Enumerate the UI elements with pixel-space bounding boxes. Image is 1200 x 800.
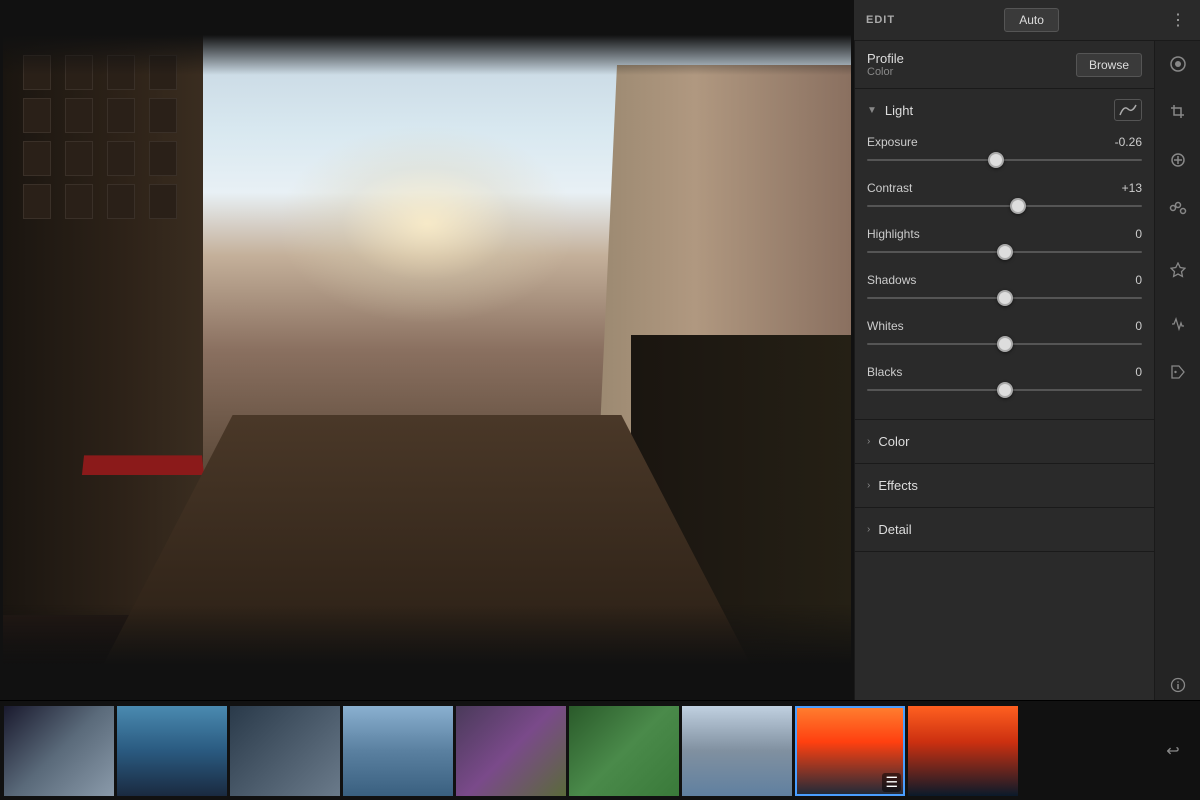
tag-icon[interactable] xyxy=(1163,357,1193,387)
histogram-icon[interactable] xyxy=(1163,49,1193,79)
color-chevron-icon: › xyxy=(867,436,870,447)
color-title: Color xyxy=(878,434,909,449)
slider-value-highlights: 0 xyxy=(1135,227,1142,241)
light-sliders: Exposure -0.26 Contrast +13 Highlights xyxy=(855,131,1154,419)
slider-value-contrast: +13 xyxy=(1122,181,1142,195)
slider-row-contrast: Contrast +13 xyxy=(867,181,1142,213)
light-chevron-icon: ▼ xyxy=(867,105,877,116)
slider-track-whites[interactable] xyxy=(867,337,1142,351)
slider-thumb-highlights[interactable] xyxy=(997,244,1013,260)
profile-title: Profile xyxy=(867,51,904,66)
edit-label: EDIT xyxy=(866,14,895,26)
color-section-header[interactable]: › Color xyxy=(855,420,1154,463)
slider-track-contrast[interactable] xyxy=(867,199,1142,213)
slider-label-contrast: Contrast xyxy=(867,181,912,195)
detail-chevron-icon: › xyxy=(867,524,870,535)
crop-icon[interactable] xyxy=(1163,97,1193,127)
edit-panel: Profile Color Browse ▼ Light xyxy=(854,41,1154,700)
slider-row-blacks: Blacks 0 xyxy=(867,365,1142,397)
photo-canvas xyxy=(0,0,854,700)
filmstrip-thumb-4[interactable] xyxy=(343,706,453,796)
auto-button[interactable]: Auto xyxy=(1004,8,1059,32)
slider-label-shadows: Shadows xyxy=(867,273,916,287)
filmstrip: ☰ ↩ xyxy=(0,700,1200,800)
curve-icon[interactable] xyxy=(1114,99,1142,121)
undo-icon[interactable]: ↩ xyxy=(1150,736,1196,766)
filmstrip-thumb-6[interactable] xyxy=(569,706,679,796)
color-section: › Color xyxy=(855,420,1154,464)
filmstrip-thumb-2[interactable] xyxy=(117,706,227,796)
presets-icon[interactable] xyxy=(1163,261,1193,291)
effects-title: Effects xyxy=(878,478,918,493)
slider-value-whites: 0 xyxy=(1135,319,1142,333)
filmstrip-thumb-7[interactable] xyxy=(682,706,792,796)
filmstrip-thumb-5[interactable] xyxy=(456,706,566,796)
slider-row-exposure: Exposure -0.26 xyxy=(867,135,1142,167)
detail-title: Detail xyxy=(878,522,911,537)
slider-track-exposure[interactable] xyxy=(867,153,1142,167)
light-section: ▼ Light Exposure -0.26 xyxy=(855,89,1154,420)
detail-section: › Detail xyxy=(855,508,1154,552)
slider-thumb-blacks[interactable] xyxy=(997,382,1013,398)
slider-row-whites: Whites 0 xyxy=(867,319,1142,351)
filmstrip-thumb-1[interactable] xyxy=(4,706,114,796)
slider-label-blacks: Blacks xyxy=(867,365,902,379)
light-title: Light xyxy=(885,103,913,118)
slider-label-highlights: Highlights xyxy=(867,227,920,241)
profile-subtitle: Color xyxy=(867,66,904,78)
slider-label-exposure: Exposure xyxy=(867,135,918,149)
mixer-icon[interactable] xyxy=(1163,193,1193,223)
slider-track-shadows[interactable] xyxy=(867,291,1142,305)
slider-value-shadows: 0 xyxy=(1135,273,1142,287)
slider-value-blacks: 0 xyxy=(1135,365,1142,379)
filmstrip-thumb-3[interactable] xyxy=(230,706,340,796)
light-section-header[interactable]: ▼ Light xyxy=(855,89,1154,131)
slider-thumb-whites[interactable] xyxy=(997,336,1013,352)
heal-icon[interactable] xyxy=(1163,145,1193,175)
slider-thumb-exposure[interactable] xyxy=(988,152,1004,168)
filmstrip-thumb-9[interactable] xyxy=(908,706,1018,796)
effects-section: › Effects xyxy=(855,464,1154,508)
slider-label-whites: Whites xyxy=(867,319,904,333)
thumb-badge-icon: ☰ xyxy=(882,773,901,792)
info-icon[interactable] xyxy=(1163,670,1193,700)
slider-thumb-contrast[interactable] xyxy=(1010,198,1026,214)
slider-value-exposure: -0.26 xyxy=(1115,135,1142,149)
slider-thumb-shadows[interactable] xyxy=(997,290,1013,306)
effects-chevron-icon: › xyxy=(867,480,870,491)
slider-track-highlights[interactable] xyxy=(867,245,1142,259)
activity-icon[interactable] xyxy=(1163,309,1193,339)
slider-row-shadows: Shadows 0 xyxy=(867,273,1142,305)
browse-button[interactable]: Browse xyxy=(1076,53,1142,77)
effects-section-header[interactable]: › Effects xyxy=(855,464,1154,507)
filmstrip-thumb-8[interactable]: ☰ xyxy=(795,706,905,796)
slider-track-blacks[interactable] xyxy=(867,383,1142,397)
right-icon-strip xyxy=(1154,41,1200,700)
sliders-icon[interactable]: ⋮ xyxy=(1168,8,1188,32)
detail-section-header[interactable]: › Detail xyxy=(855,508,1154,551)
profile-section: Profile Color Browse xyxy=(855,41,1154,89)
top-bar: EDIT Auto ⋮ xyxy=(854,0,1200,41)
slider-row-highlights: Highlights 0 xyxy=(867,227,1142,259)
